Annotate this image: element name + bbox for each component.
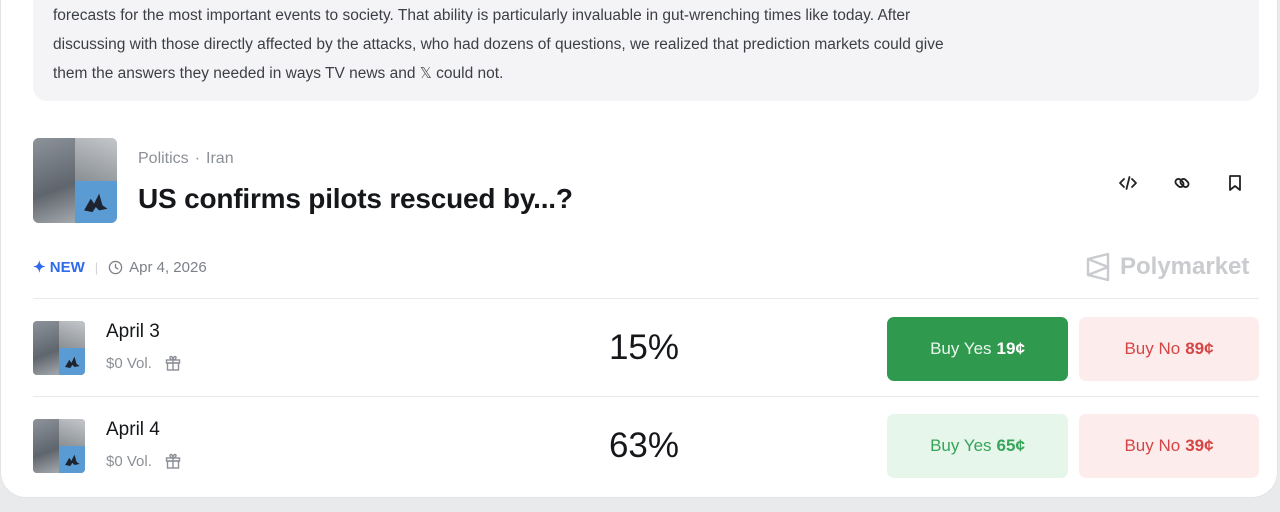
quote-line: discussing with those directly affected … <box>53 35 944 53</box>
link-icon <box>1174 178 1190 188</box>
breadcrumb-separator: · <box>194 150 201 167</box>
quote-line: them the answers they needed in ways TV … <box>53 59 1239 89</box>
x-logo-icon: 𝕏 <box>419 64 432 82</box>
polymarket-logo[interactable]: Polymarket <box>1084 252 1249 282</box>
clock-icon <box>108 260 123 274</box>
buy-yes-price: 65¢ <box>996 436 1025 455</box>
gift-icon[interactable] <box>164 452 182 470</box>
buy-no-price: 39¢ <box>1185 436 1214 455</box>
market-date: Apr 4, 2026 <box>108 259 207 276</box>
outcome-volume: $0 Vol. <box>106 452 182 470</box>
outcome-volume: $0 Vol. <box>106 354 182 372</box>
volume-text: $0 Vol. <box>106 452 152 470</box>
outcome-name[interactable]: April 4 <box>106 419 160 441</box>
subcategory-link[interactable]: Iran <box>206 150 234 167</box>
bookmark-button[interactable] <box>1222 170 1248 196</box>
market-title[interactable]: US confirms pilots rescued by...? <box>138 183 573 215</box>
category-link[interactable]: Politics <box>138 150 189 167</box>
outcome-probability: 15% <box>608 328 680 367</box>
embed-icon <box>1119 176 1137 190</box>
buy-no-label: Buy No <box>1124 436 1181 455</box>
quote-line: forecasts for the most important events … <box>53 7 911 24</box>
market-card: forecasts for the most important events … <box>0 0 1278 498</box>
divider <box>33 298 1259 299</box>
quote-block: forecasts for the most important events … <box>33 0 1259 101</box>
copy-link-button[interactable] <box>1169 170 1195 196</box>
polymarket-logo-icon <box>1086 252 1110 282</box>
buy-no-button[interactable]: Buy No 89¢ <box>1079 317 1259 381</box>
buy-no-button[interactable]: Buy No 39¢ <box>1079 414 1259 478</box>
new-badge: ✦ NEW <box>33 259 85 276</box>
buy-yes-label: Buy Yes <box>930 339 992 358</box>
buy-yes-price: 19¢ <box>996 339 1025 358</box>
quote-text: them the answers they needed in ways TV … <box>53 65 420 82</box>
outcome-image <box>33 321 85 375</box>
gift-icon[interactable] <box>164 354 182 372</box>
quote-text: could not. <box>431 65 504 82</box>
volume-text: $0 Vol. <box>106 354 152 372</box>
embed-button[interactable] <box>1115 170 1141 196</box>
brand-name: Polymarket <box>1120 253 1250 280</box>
buy-yes-button[interactable]: Buy Yes 65¢ <box>887 414 1068 478</box>
market-meta: ✦ NEW | Apr 4, 2026 <box>33 258 207 277</box>
market-image[interactable] <box>33 138 117 223</box>
breadcrumb: Politics · Iran <box>138 150 234 168</box>
meta-divider: | <box>94 259 99 275</box>
buy-no-label: Buy No <box>1124 339 1181 358</box>
buy-no-price: 89¢ <box>1185 339 1214 358</box>
outcome-name[interactable]: April 3 <box>106 321 160 343</box>
outcome-probability: 63% <box>608 426 680 465</box>
outcome-image <box>33 419 85 473</box>
date-text: Apr 4, 2026 <box>129 258 207 276</box>
divider <box>33 396 1259 397</box>
buy-yes-label: Buy Yes <box>930 436 992 455</box>
bookmark-icon <box>1229 175 1241 191</box>
buy-yes-button[interactable]: Buy Yes 19¢ <box>887 317 1068 381</box>
